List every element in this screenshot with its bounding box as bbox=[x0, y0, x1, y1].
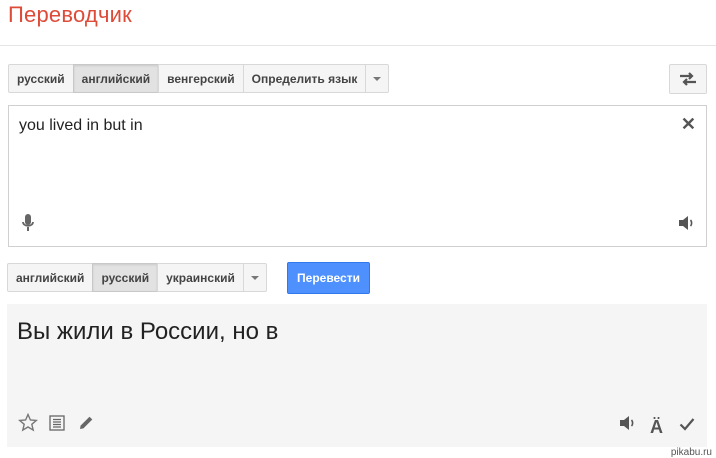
source-lang-detect[interactable]: Определить язык bbox=[242, 64, 367, 93]
source-lang-hungarian[interactable]: венгерский bbox=[158, 64, 244, 93]
pencil-icon[interactable] bbox=[78, 414, 95, 436]
page-title: Переводчик bbox=[8, 2, 132, 27]
speaker-icon[interactable] bbox=[619, 415, 637, 436]
target-lang-english[interactable]: английский bbox=[7, 263, 94, 292]
source-text-area[interactable]: you lived in but in ✕ bbox=[8, 105, 707, 247]
result-panel: Вы жили в России, но в Ä bbox=[7, 304, 707, 447]
microphone-icon[interactable] bbox=[21, 213, 35, 238]
source-lang-dropdown[interactable] bbox=[365, 64, 390, 93]
source-text[interactable]: you lived in but in bbox=[19, 117, 143, 135]
swap-languages-button[interactable] bbox=[669, 64, 707, 94]
source-language-bar: русский английский венгерский Определить… bbox=[8, 64, 390, 93]
target-lang-russian[interactable]: русский bbox=[92, 263, 159, 292]
source-lang-english[interactable]: английский bbox=[72, 64, 160, 93]
target-language-bar: английский русский украинский bbox=[7, 263, 267, 292]
translation-result: Вы жили в России, но в bbox=[17, 318, 279, 345]
translate-button[interactable]: Перевести bbox=[287, 262, 370, 294]
chevron-down-icon bbox=[250, 275, 259, 280]
header-divider bbox=[0, 45, 716, 46]
star-icon[interactable] bbox=[17, 412, 39, 437]
checkmark-icon[interactable] bbox=[679, 417, 695, 436]
chevron-down-icon bbox=[373, 76, 382, 81]
target-lang-ukrainian[interactable]: украинский bbox=[157, 263, 244, 292]
source-lang-russian[interactable]: русский bbox=[8, 64, 74, 93]
close-icon[interactable]: ✕ bbox=[681, 115, 696, 133]
swap-arrows-icon bbox=[680, 72, 696, 86]
speaker-icon[interactable] bbox=[678, 215, 696, 236]
a-umlaut-icon[interactable]: Ä bbox=[650, 417, 663, 438]
watermark: pikabu.ru bbox=[670, 447, 712, 458]
target-lang-dropdown[interactable] bbox=[242, 263, 267, 292]
list-icon[interactable] bbox=[49, 415, 65, 436]
